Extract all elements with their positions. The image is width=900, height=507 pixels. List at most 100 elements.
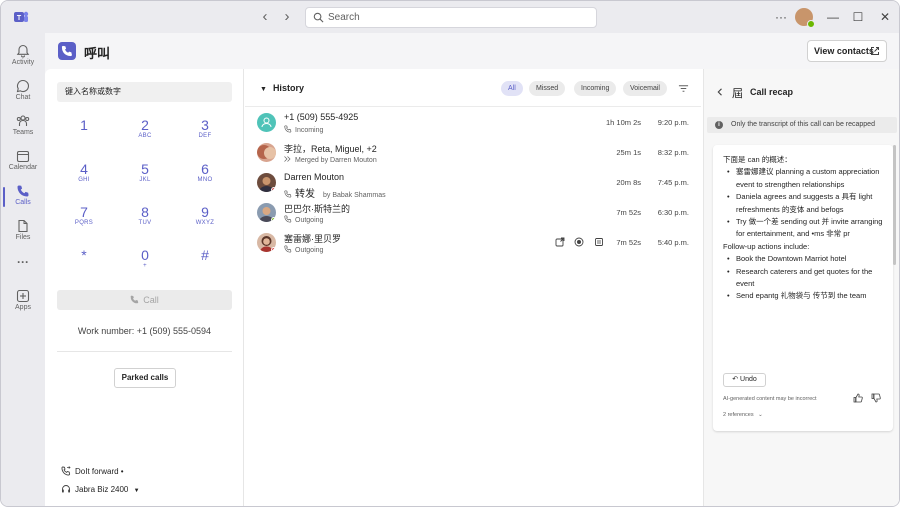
outgoing-call-icon bbox=[284, 215, 292, 223]
rail-item-calls[interactable]: Calls bbox=[1, 179, 45, 215]
recap-title: Call recap bbox=[750, 87, 794, 97]
call-type: Incoming bbox=[284, 125, 323, 134]
dial-key-6[interactable]: 6 MNO bbox=[185, 161, 225, 197]
close-window-button[interactable]: ✕ bbox=[875, 7, 895, 27]
app-rail: Activity Chat Teams Calendar Calls Files… bbox=[1, 33, 45, 506]
back-nav-button[interactable]: ‹ bbox=[255, 7, 275, 27]
call-history-row[interactable]: Darren Mouton 转发 by Babak Shammas 20m 8s … bbox=[245, 169, 701, 200]
dial-pad-panel: 键入名称或数字 1 2 ABC 3 DEF 4 GHI 5 JKL 6 MNO 7 PQRS… bbox=[45, 69, 244, 506]
rail-item-apps[interactable]: Apps bbox=[1, 284, 45, 320]
dial-key-0[interactable]: 0 + bbox=[125, 247, 165, 283]
filter-icon[interactable] bbox=[678, 83, 689, 94]
profile-avatar[interactable] bbox=[795, 8, 815, 28]
call-recap-panel: 屆 Call recap i Only the transcript of th… bbox=[703, 69, 899, 506]
divider bbox=[245, 106, 701, 107]
rail-item-calendar[interactable]: Calendar bbox=[1, 144, 45, 180]
key-digit: 0 bbox=[141, 247, 149, 263]
dial-input[interactable]: 键入名称或数字 bbox=[57, 82, 232, 102]
key-digit: # bbox=[201, 247, 209, 263]
dial-key-star[interactable]: * bbox=[64, 247, 104, 283]
search-icon bbox=[313, 12, 324, 23]
teams-icon bbox=[16, 115, 30, 126]
recap-header: 屆 Call recap bbox=[704, 69, 899, 113]
rail-label: Calls bbox=[15, 199, 31, 206]
audio-device-selector[interactable]: Jabra Biz 2400 ▼ bbox=[61, 484, 140, 494]
filter-voicemail[interactable]: Voicemail bbox=[623, 81, 667, 96]
more-options-button[interactable]: ··· bbox=[771, 7, 791, 27]
dial-key-3[interactable]: 3 DEF bbox=[185, 117, 225, 153]
key-digit: 2 bbox=[141, 117, 149, 133]
call-button[interactable]: Call bbox=[57, 290, 232, 310]
history-section-toggle[interactable]: ▼ History bbox=[260, 83, 304, 93]
dial-key-8[interactable]: 8 TUV bbox=[125, 204, 165, 240]
references-toggle[interactable]: 2 references ⌄ bbox=[723, 412, 763, 418]
call-history-row[interactable]: 巴巴尔·斯特兰的 Outgoing 7m 52s 6:30 p.m. bbox=[245, 199, 701, 229]
chevron-left-icon[interactable] bbox=[716, 88, 724, 96]
rail-item-activity[interactable]: Activity bbox=[1, 39, 45, 75]
call-forward-setting[interactable]: DoIt forward • bbox=[61, 466, 124, 476]
dial-key-5[interactable]: 5 JKL bbox=[125, 161, 165, 197]
thumbs-up-icon[interactable] bbox=[853, 393, 863, 403]
forward-nav-button[interactable]: › bbox=[277, 7, 297, 27]
call-type-label: Outgoing bbox=[295, 247, 324, 254]
key-letters: TUV bbox=[138, 220, 152, 226]
minimize-button[interactable]: — bbox=[823, 7, 843, 27]
key-letters: ABC bbox=[138, 133, 152, 139]
call-forward-label: DoIt forward • bbox=[75, 467, 124, 476]
page-title: 呼叫 bbox=[84, 46, 111, 61]
dial-key-9[interactable]: 9 WXYZ bbox=[185, 204, 225, 240]
call-time: 7:45 p.m. bbox=[657, 178, 689, 187]
caret-down-icon: ▼ bbox=[260, 86, 267, 93]
dial-key-2[interactable]: 2 ABC bbox=[125, 117, 165, 153]
key-letters: PQRS bbox=[74, 220, 94, 226]
search-input[interactable]: Search bbox=[305, 7, 597, 28]
svg-text:T: T bbox=[17, 15, 22, 22]
call-type: 转发 by Babak Shammas bbox=[284, 185, 386, 200]
caller-name: +1 (509) 555-4925 bbox=[284, 112, 359, 122]
key-digit: 7 bbox=[80, 204, 88, 220]
bell-icon bbox=[16, 44, 30, 58]
history-title: History bbox=[272, 83, 304, 93]
dial-key-hash[interactable]: # bbox=[185, 247, 225, 283]
view-contacts-button[interactable]: View contacts bbox=[807, 40, 887, 62]
recap-card: 下面是 can 的概述： 塞雷娜建议 planning a custom app… bbox=[713, 145, 893, 431]
call-duration: 25m 1s bbox=[616, 148, 641, 157]
transcript-icon[interactable] bbox=[594, 236, 604, 246]
call-type-label: Merged by Darren Mouton bbox=[295, 157, 377, 164]
key-digit: 4 bbox=[80, 161, 88, 177]
dial-key-7[interactable]: 7 PQRS bbox=[64, 204, 104, 240]
info-icon: i bbox=[715, 121, 723, 129]
teams-logo-icon[interactable]: T bbox=[13, 9, 29, 25]
call-type-label: by Babak Shammas bbox=[323, 192, 386, 199]
presence-busy-icon bbox=[271, 187, 276, 192]
call-history-row[interactable]: 塞雷娜·里贝罗 Outgoing 7m 52s 5:40 p.m. bbox=[245, 229, 701, 259]
references-label: 2 references bbox=[723, 412, 754, 418]
chevron-down-icon: ⌄ bbox=[758, 412, 763, 418]
maximize-button[interactable]: ☐ bbox=[848, 7, 868, 27]
recording-icon[interactable] bbox=[574, 236, 584, 247]
rail-item-more[interactable]: ··· bbox=[1, 249, 45, 285]
call-history-row[interactable]: 李拉，Reta, Miguel, +2 Merged by Darren Mou… bbox=[245, 139, 701, 169]
rail-label: Chat bbox=[15, 94, 31, 101]
filter-missed[interactable]: Missed bbox=[529, 81, 566, 96]
dial-key-1[interactable]: 1 bbox=[64, 117, 104, 153]
share-icon[interactable] bbox=[555, 236, 565, 247]
open-external-icon bbox=[871, 47, 879, 55]
rail-item-teams[interactable]: Teams bbox=[1, 109, 45, 145]
rail-item-files[interactable]: Files bbox=[1, 214, 45, 250]
parked-calls-button[interactable]: Parked calls bbox=[114, 368, 176, 388]
call-history-row[interactable]: +1 (509) 555-4925 Incoming 1h 10m 2s 9:2… bbox=[245, 109, 701, 139]
key-letters: DEF bbox=[198, 133, 212, 139]
thumbs-down-icon[interactable] bbox=[871, 393, 881, 403]
call-duration: 1h 10m 2s bbox=[605, 118, 641, 127]
filter-incoming[interactable]: Incoming bbox=[574, 81, 617, 96]
group-avatar-icon bbox=[257, 145, 276, 159]
recap-scrollbar[interactable] bbox=[893, 145, 896, 265]
rail-item-chat[interactable]: Chat bbox=[1, 74, 45, 110]
dial-key-4[interactable]: 4 GHI bbox=[64, 161, 104, 197]
filter-all[interactable]: All bbox=[501, 81, 523, 96]
list-item: Research caterers and get quotes for the… bbox=[723, 266, 885, 291]
teams-window: T ‹ › Search ··· — ☐ ✕ Activity Chat Tea… bbox=[0, 0, 900, 507]
avatar bbox=[257, 203, 276, 222]
undo-button[interactable]: ↶ Undo bbox=[723, 373, 766, 387]
